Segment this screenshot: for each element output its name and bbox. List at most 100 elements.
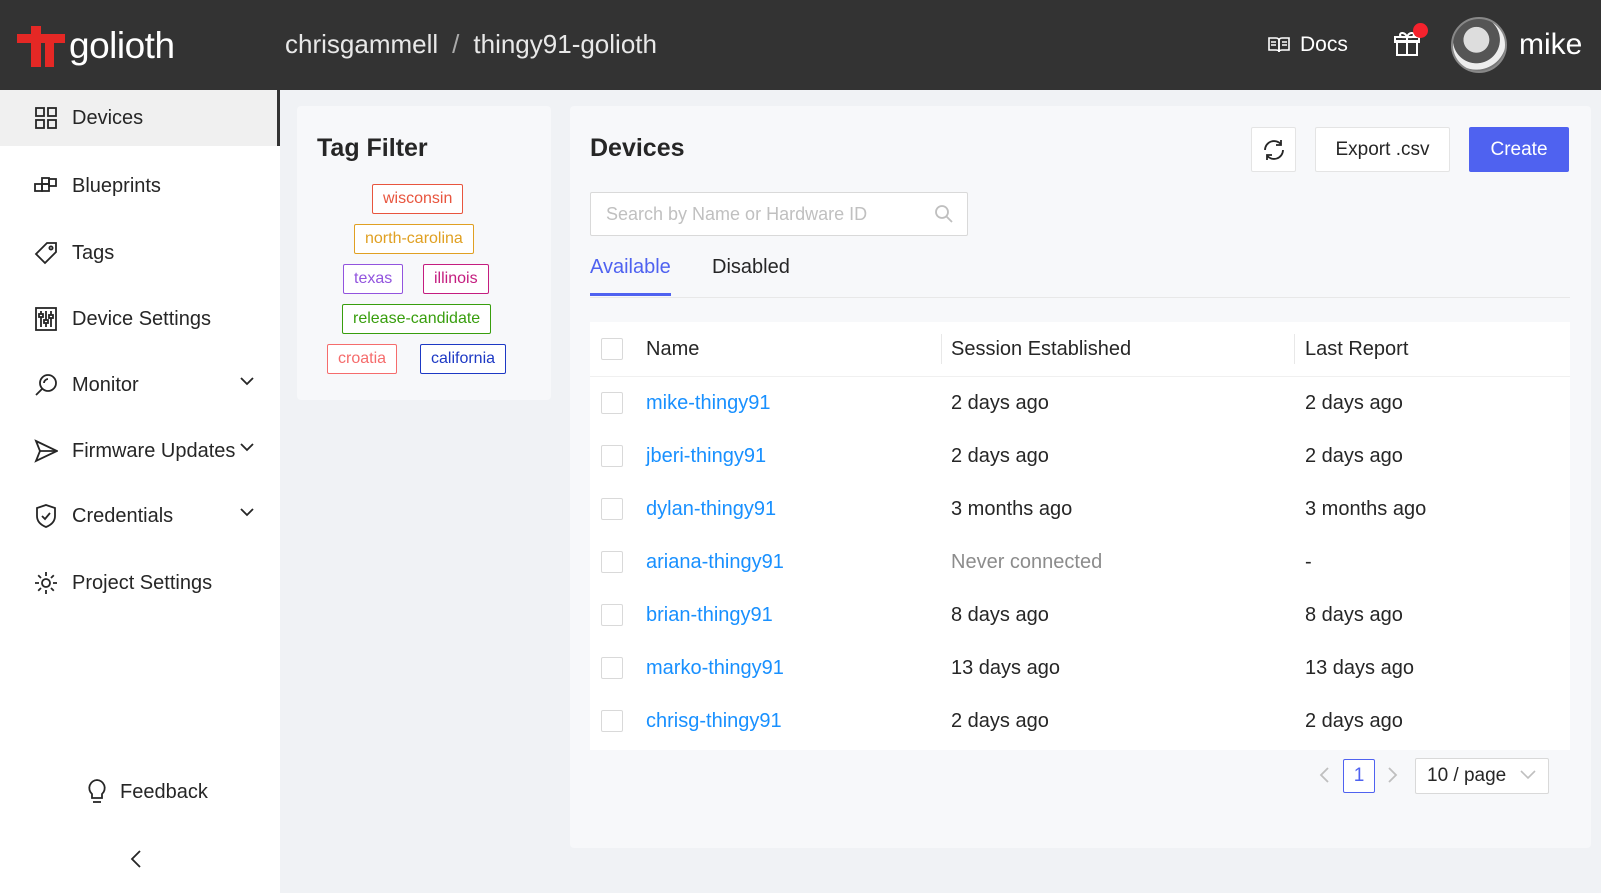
breadcrumb-separator: / xyxy=(452,29,460,59)
refresh-icon xyxy=(1263,139,1284,160)
tag-texas[interactable]: texas xyxy=(343,264,404,294)
select-all-checkbox[interactable] xyxy=(601,338,623,360)
breadcrumb-org[interactable]: chrisgammell xyxy=(285,29,438,60)
tab-available[interactable]: Available xyxy=(590,256,671,296)
sliders-icon xyxy=(34,307,58,331)
last-report: 2 days ago xyxy=(1305,710,1403,732)
tag-filter-panel: Tag Filter wisconsin north-carolina texa… xyxy=(297,106,551,400)
row-checkbox[interactable] xyxy=(601,392,623,414)
sidebar-item-firmware-updates[interactable]: Firmware Updates xyxy=(0,423,280,479)
export-csv-button[interactable]: Export .csv xyxy=(1315,127,1450,172)
create-button[interactable]: Create xyxy=(1469,127,1569,172)
tag-release-candidate[interactable]: release-candidate xyxy=(342,304,492,334)
username[interactable]: mike xyxy=(1519,28,1582,62)
session-established: 2 days ago xyxy=(951,392,1049,414)
sidebar-item-credentials[interactable]: Credentials xyxy=(0,488,280,544)
row-checkbox[interactable] xyxy=(601,604,623,626)
notification-badge xyxy=(1413,23,1428,38)
chevron-down-icon xyxy=(240,443,254,452)
tab-disabled[interactable]: Disabled xyxy=(712,256,790,293)
page-size-select[interactable]: 10 / page xyxy=(1415,758,1549,794)
docs-label: Docs xyxy=(1300,33,1348,56)
last-report: 8 days ago xyxy=(1305,604,1403,626)
session-established: 2 days ago xyxy=(951,710,1049,732)
chevron-down-icon xyxy=(240,508,254,517)
sidebar-item-label: Tags xyxy=(72,241,115,264)
tag-california[interactable]: california xyxy=(420,344,507,374)
grid-icon xyxy=(34,106,58,130)
row-checkbox[interactable] xyxy=(601,551,623,573)
search-icon[interactable] xyxy=(934,204,954,224)
send-icon xyxy=(34,439,58,463)
golioth-logo[interactable]: golioth xyxy=(17,24,175,68)
table-row: ariana-thingy91 Never connected - xyxy=(590,536,1570,589)
sidebar-item-tags[interactable]: Tags xyxy=(0,225,280,281)
row-checkbox[interactable] xyxy=(601,710,623,732)
devices-table: Name Session Established Last Report mik… xyxy=(590,322,1570,750)
device-name-link[interactable]: marko-thingy91 xyxy=(646,642,784,695)
tag-croatia[interactable]: croatia xyxy=(327,344,398,374)
top-header: golioth chrisgammell / thingy91-golioth … xyxy=(0,0,1601,90)
device-name-link[interactable]: chrisg-thingy91 xyxy=(646,695,782,748)
sidebar-item-label: Blueprints xyxy=(72,174,161,197)
table-row: marko-thingy91 13 days ago 13 days ago xyxy=(590,642,1570,695)
blueprint-icon xyxy=(34,174,58,198)
sidebar-item-label: Firmware Updates xyxy=(72,439,236,462)
tag-wisconsin[interactable]: wisconsin xyxy=(372,184,464,214)
tag-illinois[interactable]: illinois xyxy=(423,264,489,294)
row-checkbox[interactable] xyxy=(601,657,623,679)
sidebar: Devices Blueprints Tags Device Settings … xyxy=(0,90,280,893)
session-established: 3 months ago xyxy=(951,498,1073,520)
page-size-value: 10 / page xyxy=(1427,765,1507,786)
column-divider xyxy=(941,334,942,364)
sidebar-item-label: Project Settings xyxy=(72,571,213,594)
session-established: 8 days ago xyxy=(951,604,1049,626)
sidebar-item-label: Devices xyxy=(72,106,144,129)
device-name-link[interactable]: dylan-thingy91 xyxy=(646,483,776,536)
devices-panel: Devices Export .csv Create Available Dis… xyxy=(570,106,1591,848)
tag-north-carolina[interactable]: north-carolina xyxy=(354,224,474,254)
last-report: 2 days ago xyxy=(1305,445,1403,467)
sidebar-item-devices[interactable]: Devices xyxy=(0,90,280,146)
sidebar-item-label: Monitor xyxy=(72,373,139,396)
docs-link[interactable]: Docs xyxy=(1268,33,1348,57)
chevron-down-icon xyxy=(1520,770,1536,780)
refresh-button[interactable] xyxy=(1251,127,1296,172)
search-input[interactable] xyxy=(591,193,921,235)
feedback-button[interactable]: Feedback xyxy=(86,778,208,806)
row-checkbox[interactable] xyxy=(601,498,623,520)
session-established: 13 days ago xyxy=(951,657,1060,679)
gear-icon xyxy=(34,571,58,595)
session-established: Never connected xyxy=(951,551,1103,573)
pagination-current-page[interactable]: 1 xyxy=(1343,759,1375,793)
device-name-link[interactable]: brian-thingy91 xyxy=(646,589,773,642)
device-tabs: Available Disabled xyxy=(590,248,1570,298)
sidebar-item-device-settings[interactable]: Device Settings xyxy=(0,291,280,347)
row-checkbox[interactable] xyxy=(601,445,623,467)
table-row: mike-thingy91 2 days ago 2 days ago xyxy=(590,377,1570,430)
breadcrumb-project[interactable]: thingy91-golioth xyxy=(473,29,657,60)
feedback-label: Feedback xyxy=(120,780,208,803)
device-name-link[interactable]: ariana-thingy91 xyxy=(646,536,784,589)
device-name-link[interactable]: mike-thingy91 xyxy=(646,377,771,430)
device-name-link[interactable]: jberi-thingy91 xyxy=(646,430,766,483)
collapse-sidebar-icon[interactable] xyxy=(130,850,142,868)
chevron-left-icon[interactable] xyxy=(1318,766,1330,784)
column-header-name[interactable]: Name xyxy=(646,322,699,376)
sidebar-item-blueprints[interactable]: Blueprints xyxy=(0,158,280,214)
column-divider xyxy=(1294,334,1295,364)
avatar[interactable] xyxy=(1451,17,1507,73)
sidebar-item-label: Device Settings xyxy=(72,307,211,330)
last-report: 13 days ago xyxy=(1305,657,1414,679)
brand-name: golioth xyxy=(69,25,175,66)
chevron-down-icon xyxy=(240,377,254,386)
column-header-last-report[interactable]: Last Report xyxy=(1305,322,1408,376)
sidebar-item-project-settings[interactable]: Project Settings xyxy=(0,555,280,611)
session-established: 2 days ago xyxy=(951,445,1049,467)
search-box xyxy=(590,192,968,236)
column-header-session[interactable]: Session Established xyxy=(951,322,1131,376)
shield-icon xyxy=(34,504,58,528)
sidebar-item-monitor[interactable]: Monitor xyxy=(0,357,280,413)
breadcrumb: chrisgammell / thingy91-golioth xyxy=(285,29,657,60)
chevron-right-icon[interactable] xyxy=(1387,766,1399,784)
